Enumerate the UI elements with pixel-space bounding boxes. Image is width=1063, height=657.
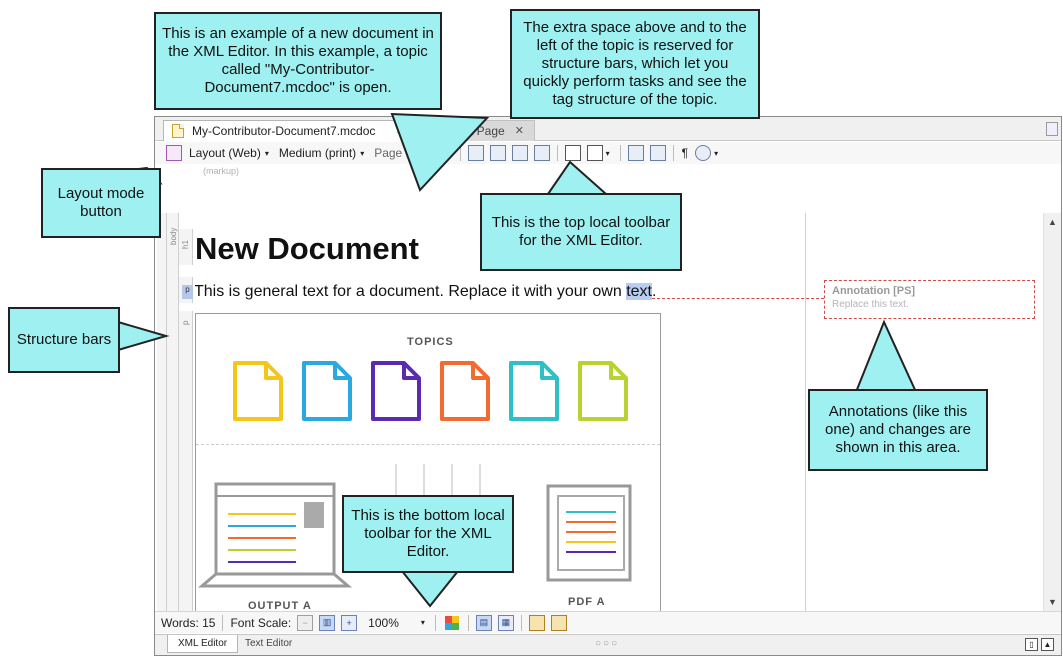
document-tab-strip: My-Contributor-Document7.mcdoc ✕ Start P…	[155, 117, 1061, 141]
markup-hint: (markup)	[203, 166, 240, 176]
paragraph-text: This is general text for a document. Rep…	[195, 283, 627, 300]
start-page-icon	[426, 125, 442, 137]
toolbar-separator	[459, 145, 461, 161]
toolbar-separator	[222, 614, 224, 631]
callout-new-document: This is an example of a new document in …	[154, 12, 442, 110]
topic-document-icon	[302, 361, 352, 421]
toolbar-separator	[467, 614, 469, 631]
insert-image-icon[interactable]	[511, 145, 528, 161]
topic-document-icon	[440, 361, 490, 421]
close-icon[interactable]: ✕	[515, 124, 524, 137]
pdf-book-icon	[546, 484, 632, 582]
callout-extra-space: The extra space above and to the left of…	[510, 9, 760, 119]
paragraph-tag-marker[interactable]: p	[182, 285, 193, 299]
callout-structure-bars: Structure bars	[8, 307, 120, 373]
structure-bar-body[interactable]: body	[167, 213, 179, 611]
page-layout-dropdown[interactable]: Page Layout	[374, 146, 441, 160]
track-changes-icon[interactable]	[166, 145, 182, 161]
word-count: Words: 15	[161, 615, 216, 630]
show-conditions-icon[interactable]	[533, 145, 550, 161]
structure-bar-html[interactable]	[157, 213, 167, 611]
tab-label: My-Contributor-Document7.mcdoc	[192, 124, 376, 138]
callout-annotations: Annotations (like this one) and changes …	[808, 389, 988, 471]
toolbar-separator	[672, 145, 674, 161]
page-layout-split-button[interactable]: ▦	[497, 614, 514, 631]
pilcrow-icon[interactable]: ¶	[682, 146, 688, 160]
topic-document-icon	[233, 361, 283, 421]
top-local-toolbar: Layout (Web) ▾ Medium (print) ▾ Page Lay…	[155, 142, 1061, 164]
resize-grip-icon[interactable]: ○○○	[595, 638, 619, 649]
tab-list-icon[interactable]	[1046, 122, 1058, 136]
image-divider	[196, 444, 660, 445]
layout-mode-button[interactable]: Layout (Web)	[189, 146, 261, 160]
toolbar-separator	[619, 145, 621, 161]
page-layout-single-button[interactable]: ▤	[475, 614, 492, 631]
callout-layout-mode: Layout mode button	[41, 168, 161, 238]
structure-bar-h1[interactable]: h1	[179, 229, 193, 265]
document-heading[interactable]: New Document	[195, 231, 419, 267]
font-scale-increase-button[interactable]: +	[341, 614, 358, 631]
split-view-icon[interactable]: ▯	[1025, 638, 1038, 651]
font-scale-label: Font Scale:	[230, 615, 292, 630]
chevron-down-icon[interactable]: ▾	[360, 149, 364, 158]
preview-eye-icon[interactable]	[695, 145, 712, 161]
medium-dropdown[interactable]: Medium (print)	[279, 146, 356, 160]
zoom-value[interactable]: 100%	[368, 616, 399, 630]
annotation-body[interactable]: Replace this text.	[832, 299, 1027, 310]
bottom-local-toolbar: Words: 15 Font Scale: − ▥ + 100% ▾ ▤ ▦	[155, 611, 1061, 633]
tab-start-page[interactable]: Start Page ✕	[417, 120, 535, 141]
structure-bars: body h1 p p	[155, 213, 195, 611]
paragraph-selection: text	[626, 283, 652, 300]
color-palette-icon[interactable]	[444, 615, 459, 630]
font-scale-reset-button[interactable]: ▥	[319, 614, 336, 631]
topic-document-icon	[371, 361, 421, 421]
document-paragraph[interactable]: This is general text for a document. Rep…	[195, 283, 656, 301]
annotation-card[interactable]: Annotation [PS] Replace this text.	[824, 280, 1035, 319]
toolbar-separator	[520, 614, 522, 631]
annotation-title: Annotation [PS]	[832, 285, 916, 297]
show-changes-icon[interactable]	[489, 145, 506, 161]
annotation-leader-line	[652, 298, 824, 299]
show-snippets-icon[interactable]	[586, 145, 603, 161]
tab-my-contributor-document7[interactable]: My-Contributor-Document7.mcdoc ✕	[163, 120, 416, 141]
topic-document-icon	[509, 361, 559, 421]
vertical-ruler-icon[interactable]	[550, 614, 567, 631]
pdf-a-label: PDF A	[568, 596, 606, 608]
scroll-down-icon[interactable]: ▼	[1048, 597, 1057, 607]
document-icon	[172, 124, 184, 138]
show-variables-icon[interactable]	[564, 145, 581, 161]
show-span-bars-icon[interactable]	[649, 145, 666, 161]
chevron-down-icon[interactable]: ▾	[446, 149, 450, 158]
output-a-label: OUTPUT A	[248, 600, 312, 611]
chevron-down-icon[interactable]: ▾	[421, 618, 425, 627]
vertical-scrollbar[interactable]: ▲ ▼	[1043, 213, 1061, 611]
toolbar-separator	[434, 614, 436, 631]
callout-top-toolbar: This is the top local toolbar for the XM…	[480, 193, 682, 271]
font-scale-decrease-button[interactable]: −	[297, 614, 314, 631]
scroll-up-icon[interactable]: ▲	[1048, 217, 1057, 227]
collapse-up-icon[interactable]: ▲	[1041, 638, 1054, 651]
tab-text-editor[interactable]: Text Editor	[235, 635, 302, 653]
close-icon[interactable]: ✕	[396, 124, 405, 137]
topic-document-icon	[578, 361, 628, 421]
structure-bar-p[interactable]: p	[179, 311, 193, 611]
chevron-down-icon[interactable]: ▾	[606, 149, 610, 158]
show-tags-icon[interactable]	[467, 145, 484, 161]
chevron-down-icon[interactable]: ▾	[265, 149, 269, 158]
horizontal-ruler-icon[interactable]	[528, 614, 545, 631]
callout-bottom-toolbar: This is the bottom local toolbar for the…	[342, 495, 514, 573]
topics-label: TOPICS	[407, 336, 454, 348]
chevron-down-icon[interactable]: ▾	[714, 149, 718, 158]
editor-mode-tabs: XML Editor Text Editor ○○○ ▯ ▲	[155, 634, 1061, 655]
show-structure-bars-icon[interactable]	[627, 145, 644, 161]
tab-label: Start Page	[448, 124, 505, 138]
laptop-icon	[197, 482, 353, 588]
annotation-area-divider	[805, 213, 806, 611]
tab-xml-editor[interactable]: XML Editor	[167, 635, 239, 653]
toolbar-separator	[556, 145, 558, 161]
